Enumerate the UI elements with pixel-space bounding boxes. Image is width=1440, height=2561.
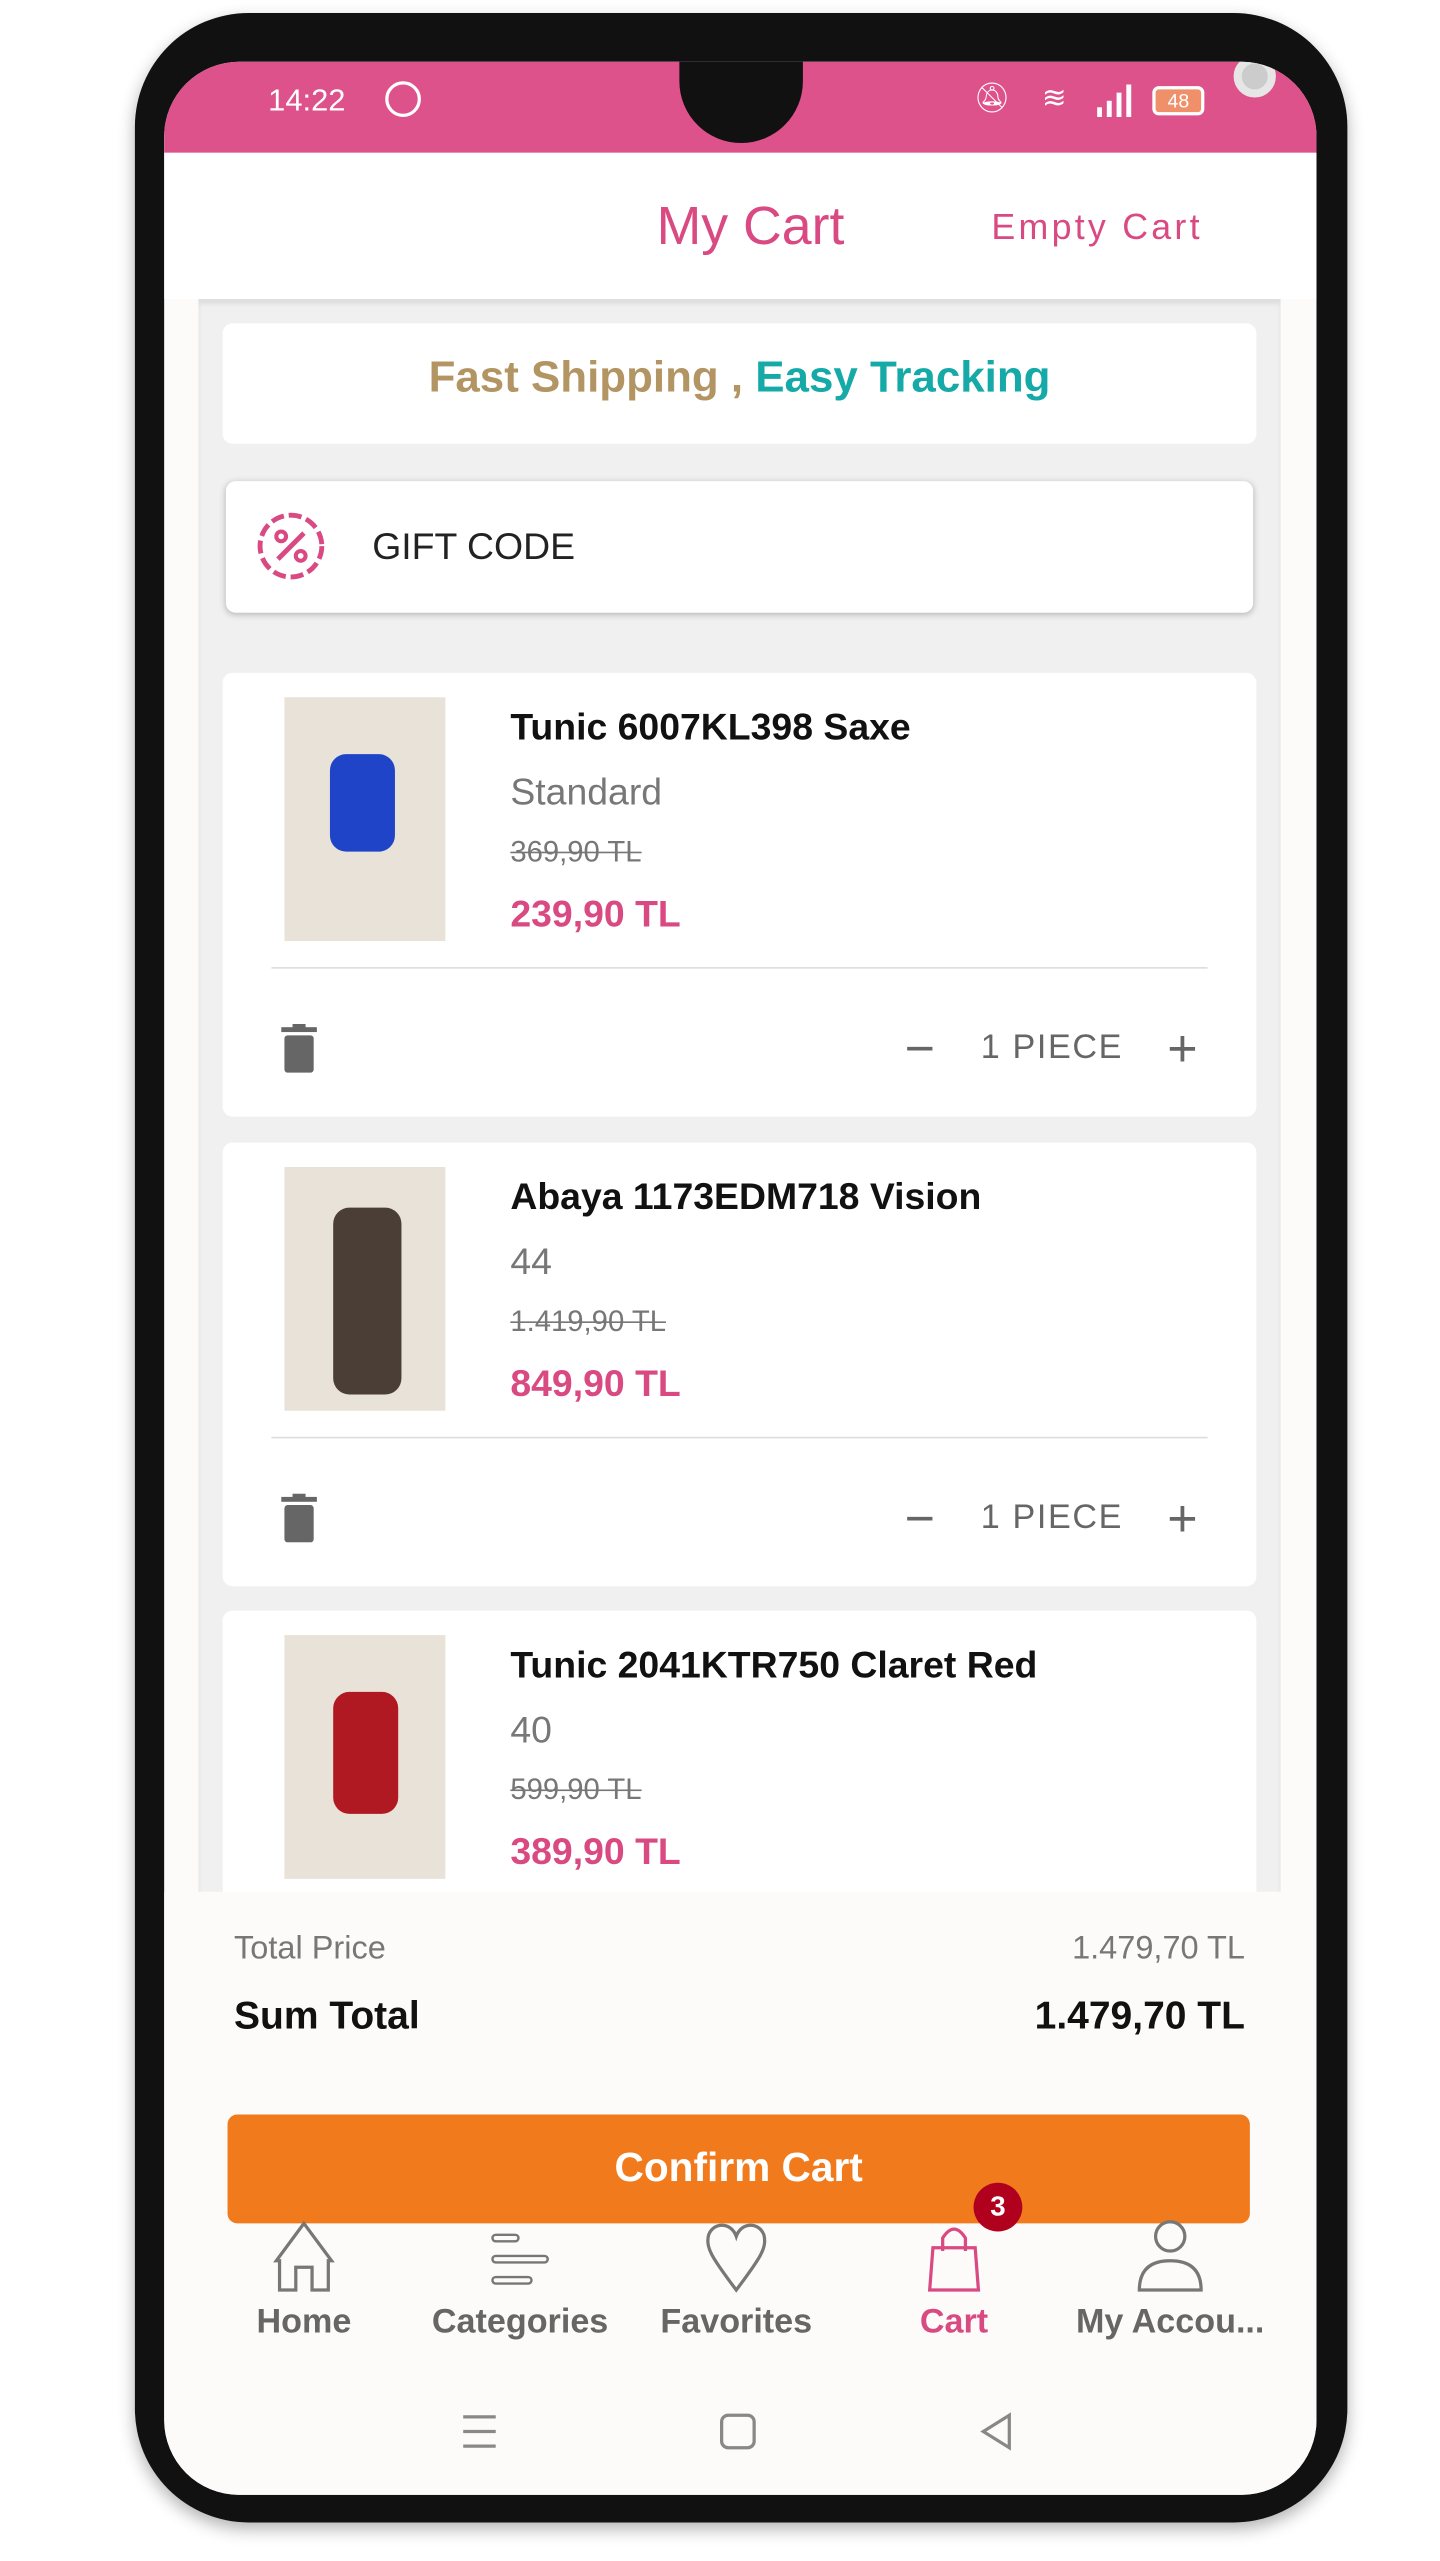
screen: 14:22 🔕︎ ≋ 48 My Cart Empty Cart Fast Sh… xyxy=(164,61,1317,2495)
home-icon xyxy=(273,2220,335,2292)
product-image[interactable] xyxy=(284,1635,446,1879)
plus-button[interactable]: + xyxy=(1159,1022,1208,1074)
price: 239,90 TL xyxy=(510,892,681,935)
home-square-icon[interactable] xyxy=(718,2412,757,2451)
product-variant: 44 xyxy=(510,1240,552,1283)
minus-button[interactable]: − xyxy=(896,1492,945,1544)
product-image[interactable] xyxy=(284,697,446,942)
wifi-icon: ≋ xyxy=(1041,81,1067,114)
cart-item: Tunic 6007KL398 Saxe Standard 369,90 TL … xyxy=(222,672,1257,1117)
whatsapp-icon xyxy=(385,81,421,118)
price: 389,90 TL xyxy=(510,1830,681,1873)
cart-summary: Total Price 1.479,70 TL Sum Total 1.479,… xyxy=(164,1891,1317,2495)
page-title: My Cart xyxy=(656,195,845,256)
heart-icon xyxy=(706,2223,767,2293)
header: My Cart Empty Cart xyxy=(164,152,1317,300)
product-image[interactable] xyxy=(284,1166,446,1411)
menu-icon[interactable] xyxy=(460,2412,499,2451)
divider xyxy=(271,967,1208,969)
banner-fast-shipping: Fast Shipping , xyxy=(428,352,744,402)
nav-favorites[interactable]: Favorites xyxy=(631,2215,842,2342)
confirm-cart-button[interactable]: Confirm Cart xyxy=(227,2114,1250,2224)
bag-icon xyxy=(927,2227,981,2292)
quantity-stepper: −1 PIECE + xyxy=(896,1492,1207,1544)
gift-code-label: GIFT CODE xyxy=(372,524,576,568)
sum-total-value: 1.479,70 TL xyxy=(1034,1994,1245,2039)
quantity-stepper: −1 PIECE + xyxy=(896,1022,1207,1074)
nav-label: Categories xyxy=(431,2303,609,2341)
quantity: 1 PIECE xyxy=(980,1028,1124,1067)
cart-item: Tunic 2041KTR750 Claret Red 40 599,90 TL… xyxy=(222,1610,1257,1892)
gift-code-button[interactable]: GIFT CODE xyxy=(225,481,1254,613)
old-price: 599,90 TL xyxy=(510,1773,642,1806)
cart-item: Abaya 1173EDM718 Vision 44 1.419,90 TL 8… xyxy=(222,1142,1257,1587)
trash-icon[interactable] xyxy=(281,1493,317,1543)
discount-icon xyxy=(252,507,330,585)
product-variant: 40 xyxy=(510,1708,552,1751)
battery-icon: 48 xyxy=(1152,86,1205,116)
nav-cart[interactable]: Cart 3 xyxy=(848,2182,1059,2342)
total-price-value: 1.479,70 TL xyxy=(1072,1930,1245,1967)
signal-icon xyxy=(1097,84,1133,118)
nav-label: Home xyxy=(256,2303,352,2341)
divider xyxy=(271,1436,1208,1439)
empty-cart-button[interactable]: Empty Cart xyxy=(991,206,1202,248)
nav-categories[interactable]: Categories xyxy=(414,2215,625,2342)
nav-my-account[interactable]: My Accou... xyxy=(1065,2215,1276,2342)
product-name[interactable]: Tunic 2041KTR750 Claret Red xyxy=(510,1643,1037,1687)
quantity: 1 PIECE xyxy=(980,1498,1124,1536)
plus-button[interactable]: + xyxy=(1159,1492,1208,1544)
old-price: 1.419,90 TL xyxy=(510,1305,666,1338)
categories-icon xyxy=(491,2233,549,2285)
nav-label: Favorites xyxy=(660,2303,813,2341)
nav-label: My Accou... xyxy=(1075,2303,1265,2341)
shipping-banner: Fast Shipping , Easy Tracking xyxy=(222,323,1257,444)
product-variant: Standard xyxy=(510,770,663,813)
banner-easy-tracking: Easy Tracking xyxy=(755,352,1051,402)
trash-icon[interactable] xyxy=(281,1023,317,1073)
sum-total-label: Sum Total xyxy=(234,1994,420,2039)
clock: 14:22 xyxy=(268,84,346,119)
nav-home[interactable]: Home xyxy=(198,2215,409,2342)
old-price: 369,90 TL xyxy=(510,835,642,868)
product-name[interactable]: Abaya 1173EDM718 Vision xyxy=(510,1175,981,1219)
cart-badge: 3 xyxy=(973,2182,1023,2232)
mute-icon: 🔕︎ xyxy=(973,81,1011,114)
total-price-label: Total Price xyxy=(234,1930,386,1967)
back-icon[interactable] xyxy=(977,2412,1016,2451)
price: 849,90 TL xyxy=(510,1362,681,1405)
stage: 14:22 🔕︎ ≋ 48 My Cart Empty Cart Fast Sh… xyxy=(0,0,1440,2561)
cart-list[interactable]: Fast Shipping , Easy Tracking GIFT CODE … xyxy=(198,299,1281,1892)
user-icon xyxy=(1137,2220,1203,2292)
product-name[interactable]: Tunic 6007KL398 Saxe xyxy=(510,705,910,749)
nav-label: Cart xyxy=(919,2303,989,2341)
minus-button[interactable]: − xyxy=(896,1022,945,1074)
